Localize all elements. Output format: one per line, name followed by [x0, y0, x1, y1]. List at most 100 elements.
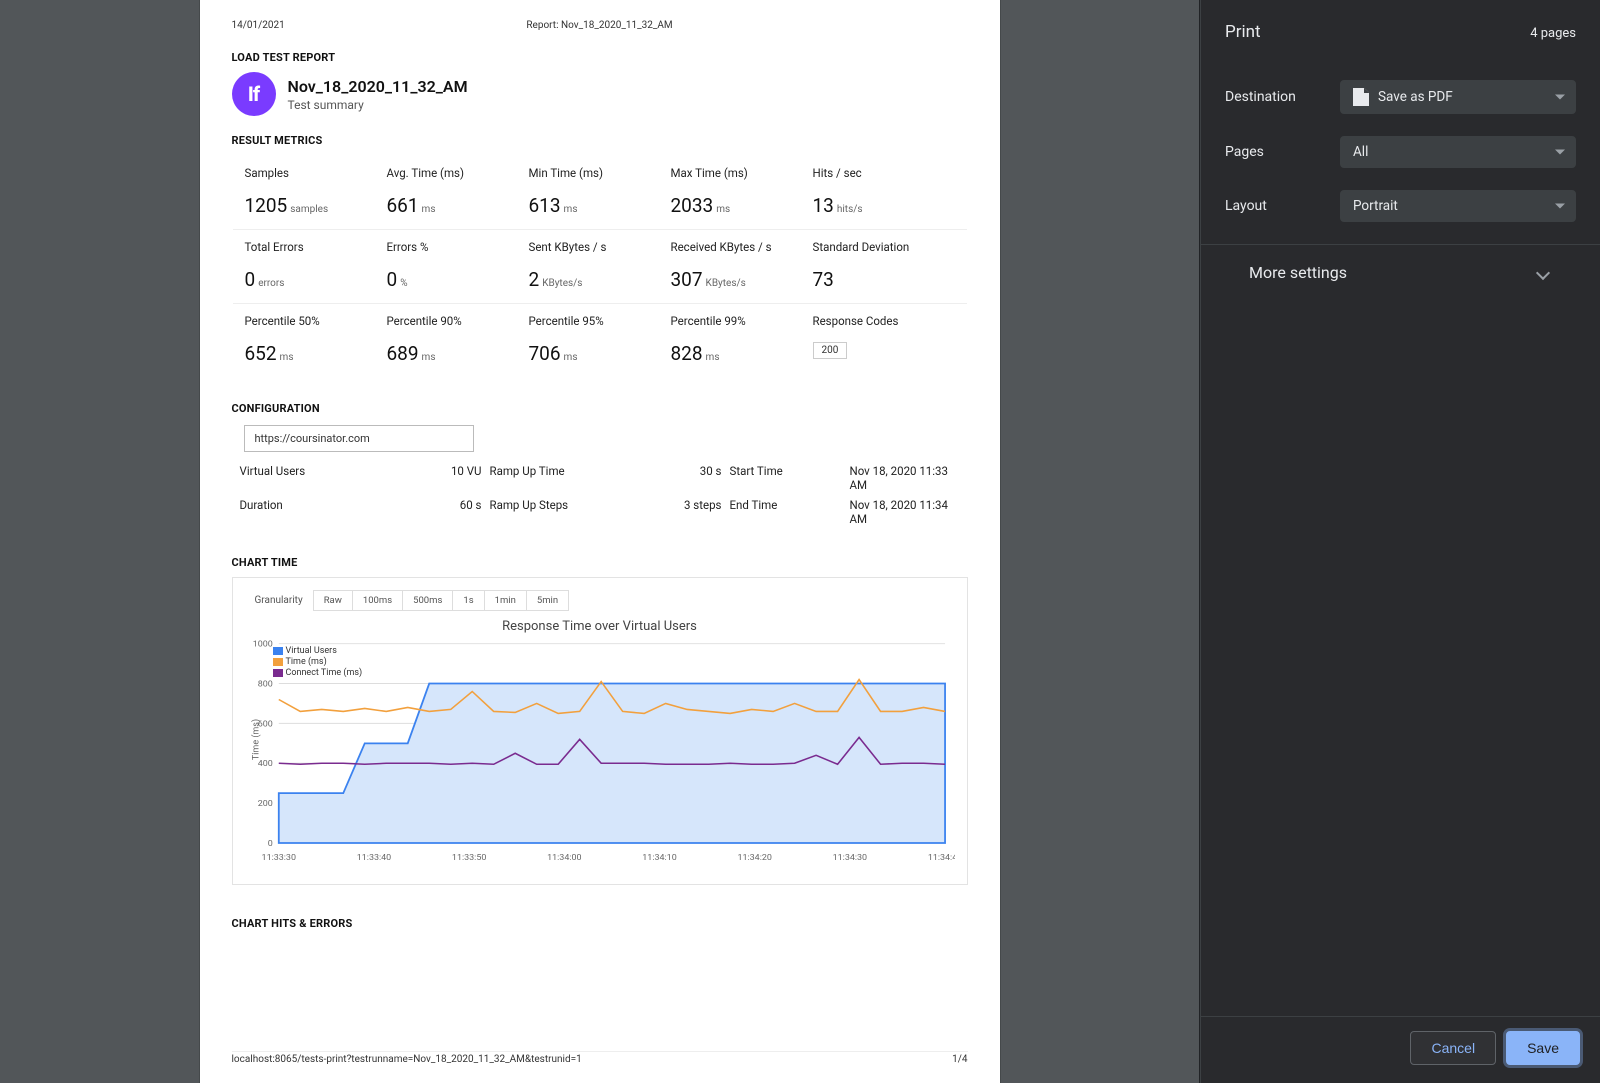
metric-unit: hits/s — [837, 204, 863, 215]
metric-label: Hits / sec — [813, 166, 955, 180]
chevron-down-icon — [1555, 204, 1565, 209]
svg-text:200: 200 — [257, 799, 272, 809]
cancel-button[interactable]: Cancel — [1410, 1031, 1496, 1065]
footer-page-num: 1/4 — [952, 1054, 967, 1065]
metric-unit: % — [400, 278, 407, 289]
granularity-option: 5min — [526, 590, 569, 611]
svg-text:11:33:40: 11:33:40 — [356, 853, 390, 863]
metric-unit: ms — [422, 352, 436, 363]
pdf-icon — [1353, 88, 1369, 106]
y-axis-label: Time (ms) — [251, 719, 261, 760]
section-chart-hits: CHART HITS & ERRORS — [232, 917, 968, 930]
chart-legend: Virtual Users Time (ms) Connect Time (ms… — [273, 646, 363, 679]
metric-unit: ms — [422, 204, 436, 215]
granularity-row: Granularity Raw 100ms 500ms 1s 1min 5min — [233, 590, 967, 615]
more-settings-label: More settings — [1249, 263, 1347, 282]
page-date: 14/01/2021 — [232, 20, 285, 31]
metrics-row-3: Percentile 50%652ms Percentile 90%689ms … — [233, 304, 967, 377]
metric-label: Total Errors — [245, 240, 387, 254]
svg-text:11:34:30: 11:34:30 — [832, 853, 866, 863]
metric-label: Percentile 95% — [529, 314, 671, 328]
legend-swatch-icon — [273, 669, 283, 677]
metric-label: Min Time (ms) — [529, 166, 671, 180]
metric-value: 13 — [813, 194, 834, 217]
metric-value: 73 — [813, 268, 834, 291]
granularity-option: 500ms — [402, 590, 453, 611]
metric-label: Percentile 90% — [387, 314, 529, 328]
metric-value: 2033 — [671, 194, 714, 217]
legend-swatch-icon — [273, 647, 283, 655]
config-value: Nov 18, 2020 11:34 AM — [850, 498, 956, 526]
legend-label: Virtual Users — [286, 646, 337, 656]
pages-select[interactable]: All — [1340, 136, 1576, 168]
metric-unit: ms — [706, 352, 720, 363]
footer-url: localhost:8065/tests-print?testrunname=N… — [232, 1054, 582, 1065]
metric-unit: ms — [280, 352, 294, 363]
chart-time-card: Granularity Raw 100ms 500ms 1s 1min 5min… — [232, 577, 968, 885]
svg-text:1000: 1000 — [252, 640, 272, 650]
legend-label: Time (ms) — [286, 657, 327, 667]
granularity-option: Raw — [313, 590, 353, 611]
svg-text:11:34:10: 11:34:10 — [642, 853, 676, 863]
svg-text:11:33:50: 11:33:50 — [451, 853, 485, 863]
metric-unit: errors — [258, 278, 284, 289]
config-target-url: https://coursinator.com — [244, 425, 474, 452]
granularity-label: Granularity — [255, 595, 303, 606]
pages-value: All — [1353, 144, 1368, 160]
pages-label: Pages — [1225, 144, 1264, 160]
sidebar-title: Print — [1225, 22, 1261, 42]
metric-unit: samples — [290, 204, 328, 215]
report-subtitle: Test summary — [288, 98, 468, 112]
config-label: Duration — [240, 498, 370, 526]
svg-text:0: 0 — [267, 839, 272, 849]
config-label: End Time — [730, 498, 850, 526]
svg-text:400: 400 — [257, 759, 272, 769]
svg-text:800: 800 — [257, 680, 272, 690]
metric-unit: ms — [716, 204, 730, 215]
layout-select[interactable]: Portrait — [1340, 190, 1576, 222]
config-value: 10 VU — [370, 464, 490, 492]
config-label: Start Time — [730, 464, 850, 492]
chevron-down-icon — [1555, 95, 1565, 100]
save-button[interactable]: Save — [1506, 1031, 1580, 1065]
metric-value: 613 — [529, 194, 561, 217]
metric-unit: KBytes/s — [542, 278, 582, 289]
chevron-down-icon — [1536, 265, 1550, 279]
metric-value: 0 — [387, 268, 398, 291]
section-chart-time: CHART TIME — [232, 556, 968, 569]
sidebar-page-count: 4 pages — [1530, 26, 1576, 41]
more-settings-toggle[interactable]: More settings — [1225, 245, 1576, 300]
metric-label: Samples — [245, 166, 387, 180]
metric-value: 652 — [245, 342, 277, 365]
metric-label: Percentile 50% — [245, 314, 387, 328]
destination-select[interactable]: Save as PDF — [1340, 80, 1576, 114]
svg-text:11:34:00: 11:34:00 — [547, 853, 581, 863]
layout-value: Portrait — [1353, 198, 1398, 214]
metric-label: Received KBytes / s — [671, 240, 813, 254]
metric-label: Sent KBytes / s — [529, 240, 671, 254]
svg-text:11:33:30: 11:33:30 — [261, 853, 295, 863]
metric-label: Percentile 99% — [671, 314, 813, 328]
legend-swatch-icon — [273, 658, 283, 666]
metrics-row-2: Total Errors0errors Errors %0% Sent KByt… — [233, 230, 967, 304]
granularity-option: 1min — [484, 590, 527, 611]
print-sidebar: Print 4 pages Destination Save as PDF Pa… — [1200, 0, 1600, 1083]
metric-unit: ms — [564, 352, 578, 363]
config-label: Ramp Up Steps — [490, 498, 610, 526]
metric-value: 661 — [387, 194, 419, 217]
section-load-test: LOAD TEST REPORT — [232, 51, 968, 64]
legend-label: Connect Time (ms) — [286, 668, 363, 678]
metric-value: 828 — [671, 342, 703, 365]
print-preview-area: 14/01/2021 Report: Nov_18_2020_11_32_AM … — [0, 0, 1200, 1083]
section-configuration: CONFIGURATION — [232, 402, 968, 415]
metric-label: Max Time (ms) — [671, 166, 813, 180]
metric-label: Response Codes — [813, 314, 955, 328]
granularity-option: 1s — [452, 590, 484, 611]
destination-value: Save as PDF — [1378, 89, 1453, 105]
response-code-badge: 200 — [813, 342, 848, 359]
page-1: 14/01/2021 Report: Nov_18_2020_11_32_AM … — [200, 0, 1000, 1083]
section-result-metrics: RESULT METRICS — [232, 134, 968, 147]
svg-text:11:34:20: 11:34:20 — [737, 853, 771, 863]
page-report-name: Report: Nov_18_2020_11_32_AM — [526, 20, 672, 31]
metric-unit: KBytes/s — [706, 278, 746, 289]
